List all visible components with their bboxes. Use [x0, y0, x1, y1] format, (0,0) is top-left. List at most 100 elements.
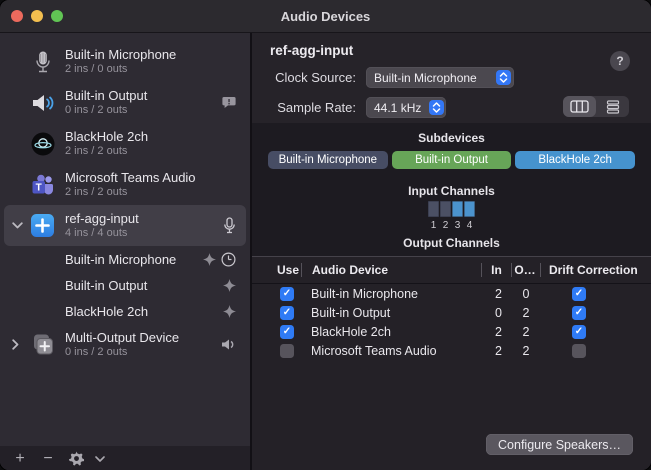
column-header-device: Audio Device — [302, 263, 481, 277]
drift-checkbox[interactable] — [572, 306, 586, 320]
view-mode-segmented-control — [563, 96, 629, 117]
use-checkbox[interactable] — [280, 287, 294, 301]
device-detail: 0 ins / 2 outs — [65, 103, 147, 117]
configure-speakers-button[interactable]: Configure Speakers… — [486, 434, 633, 455]
sidebar-item-built-in-output[interactable]: Built-in Output 0 ins / 2 outs — [0, 82, 250, 123]
table-row[interactable]: BlackHole 2ch 2 2 — [252, 322, 651, 341]
disclosure-chevron-down-icon[interactable] — [4, 222, 30, 229]
default-output-badge — [221, 338, 236, 351]
input-channels-title: Input Channels — [252, 184, 651, 198]
list-view-button[interactable] — [596, 96, 629, 117]
use-checkbox[interactable] — [280, 306, 294, 320]
channel-square-2 — [440, 201, 451, 217]
device-sidebar: Built-in Microphone 2 ins / 0 outs Built… — [0, 33, 250, 470]
add-device-button[interactable]: + — [8, 449, 32, 469]
device-list: Built-in Microphone 2 ins / 0 outs Built… — [0, 33, 250, 446]
row-outs: 2 — [513, 325, 541, 339]
aggregate-device-icon — [30, 213, 55, 238]
use-checkbox[interactable] — [280, 325, 294, 339]
device-detail: 2 ins / 2 outs — [65, 185, 196, 199]
sidebar-item-blackhole-2ch[interactable]: BlackHole 2ch 2 ins / 2 outs — [0, 123, 250, 164]
agg-subdevice-built-in-output[interactable]: Built-in Output — [0, 272, 250, 298]
device-detail-panel: ref-agg-input ? Clock Source: Built-in M… — [252, 33, 651, 470]
channels-section: Subdevices Built-in Microphone Built-in … — [252, 123, 651, 256]
clock-source-popup[interactable]: Built-in Microphone — [366, 67, 514, 88]
subdevice-pills: Built-in Microphone Built-in Output Blac… — [252, 151, 651, 169]
row-ins: 2 — [484, 325, 513, 339]
table-row[interactable]: Built-in Microphone 2 0 — [252, 284, 651, 303]
list-view-icon — [606, 100, 620, 114]
microphone-outline-icon — [223, 217, 236, 234]
channel-square-3 — [452, 201, 463, 217]
audio-devices-window: Audio Devices Built-in Microphone 2 ins … — [0, 0, 651, 470]
settings-section: ref-agg-input ? Clock Source: Built-in M… — [252, 33, 651, 123]
device-name: BlackHole 2ch — [65, 129, 148, 144]
sample-rate-label: Sample Rate: — [252, 100, 356, 115]
spark-icon — [223, 305, 236, 318]
sidebar-item-microsoft-teams-audio[interactable]: T Microsoft Teams Audio 2 ins / 2 outs — [0, 164, 250, 205]
device-name: Microsoft Teams Audio — [65, 170, 196, 185]
table-row[interactable]: Microsoft Teams Audio 2 2 — [252, 341, 651, 360]
columns-view-button[interactable] — [563, 96, 596, 117]
device-name: Built-in Microphone — [65, 47, 176, 62]
output-channels-title: Output Channels — [252, 236, 651, 250]
device-detail: 2 ins / 0 outs — [65, 62, 176, 76]
agg-subdevice-built-in-microphone[interactable]: Built-in Microphone — [0, 246, 250, 272]
subdevice-pill-built-in-microphone[interactable]: Built-in Microphone — [268, 151, 388, 169]
subdevices-title: Subdevices — [252, 131, 651, 145]
channel-numbers: 1 2 3 4 — [252, 220, 651, 231]
default-input-badge — [223, 217, 236, 234]
sidebar-item-built-in-microphone[interactable]: Built-in Microphone 2 ins / 0 outs — [0, 41, 250, 82]
row-ins: 0 — [484, 306, 513, 320]
drift-checkbox[interactable] — [572, 344, 586, 358]
actions-chevron-button[interactable] — [88, 449, 112, 469]
device-detail: 4 ins / 4 outs — [65, 226, 139, 240]
multi-output-device-icon — [30, 332, 55, 357]
help-button[interactable]: ? — [610, 51, 630, 71]
subdevice-pill-blackhole-2ch[interactable]: BlackHole 2ch — [515, 151, 635, 169]
zoom-button[interactable] — [51, 10, 63, 22]
column-header-drift: Drift Correction — [541, 263, 651, 277]
subdevice-table: Use Audio Device In O… Drift Correction … — [252, 256, 651, 470]
spark-icon — [223, 279, 236, 292]
close-button[interactable] — [11, 10, 23, 22]
disclosure-chevron-right-icon[interactable] — [0, 339, 30, 350]
sidebar-item-ref-agg-input[interactable]: ref-agg-input 4 ins / 4 outs — [4, 205, 246, 246]
row-device-name: Microsoft Teams Audio — [301, 344, 484, 358]
row-ins: 2 — [484, 287, 513, 301]
selected-device-title: ref-agg-input — [270, 43, 353, 58]
column-header-in: In — [482, 263, 511, 277]
columns-view-icon — [570, 100, 589, 113]
sample-rate-popup[interactable]: 44.1 kHz — [366, 97, 446, 118]
traffic-lights — [11, 0, 63, 32]
row-outs: 0 — [513, 287, 541, 301]
channel-square-4 — [464, 201, 475, 217]
clock-icon — [221, 252, 236, 267]
device-name: Built-in Output — [65, 88, 147, 103]
device-name: Multi-Output Device — [65, 330, 179, 345]
settings-gear-button[interactable] — [64, 449, 88, 469]
sidebar-item-multi-output-device[interactable]: Multi-Output Device 0 ins / 2 outs — [0, 324, 250, 365]
remove-device-button[interactable]: − — [36, 449, 60, 469]
channel-square-1 — [428, 201, 439, 217]
row-outs: 2 — [513, 306, 541, 320]
use-checkbox[interactable] — [280, 344, 294, 358]
spark-icon — [203, 253, 216, 266]
svg-text:T: T — [35, 182, 41, 193]
device-name: ref-agg-input — [65, 211, 139, 226]
gear-icon — [69, 451, 84, 466]
row-device-name: BlackHole 2ch — [301, 325, 484, 339]
row-outs: 2 — [513, 344, 541, 358]
minimize-button[interactable] — [31, 10, 43, 22]
alert-sound-badge — [222, 96, 236, 109]
speaker-device-icon — [30, 90, 55, 115]
chevron-down-icon — [95, 456, 105, 462]
drift-checkbox[interactable] — [572, 287, 586, 301]
speech-bubble-icon — [222, 96, 236, 109]
agg-subdevice-blackhole-2ch[interactable]: BlackHole 2ch — [0, 298, 250, 324]
drift-checkbox[interactable] — [572, 325, 586, 339]
table-row[interactable]: Built-in Output 0 2 — [252, 303, 651, 322]
row-device-name: Built-in Microphone — [301, 287, 484, 301]
subdevice-pill-built-in-output[interactable]: Built-in Output — [392, 151, 512, 169]
device-detail: 2 ins / 2 outs — [65, 144, 148, 158]
